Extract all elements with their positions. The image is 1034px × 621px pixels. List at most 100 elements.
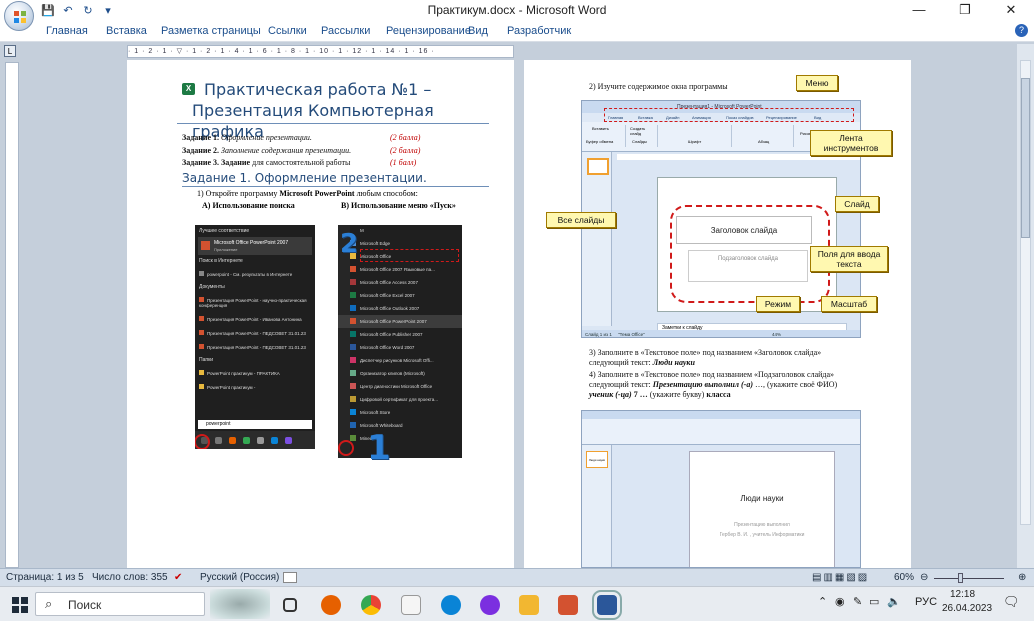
task-text: Оформление презентации. bbox=[221, 133, 312, 142]
start-menu-screenshot: M Microsoft Edge Microsoft Office Micros… bbox=[338, 225, 462, 458]
access-icon bbox=[350, 279, 356, 285]
pen-icon[interactable]: ✎ bbox=[853, 595, 862, 608]
pp-group-label: Буфер обмена bbox=[586, 139, 614, 144]
task-label: Задание 1. bbox=[182, 133, 220, 142]
zoom-out-icon[interactable]: ⊖ bbox=[920, 572, 928, 583]
list-item-text: Диспетчер рисунков Microsoft Offi... bbox=[360, 358, 434, 363]
document-page-1[interactable]: X Практическая работа №1 – Презентация К… bbox=[127, 60, 514, 568]
save-icon[interactable]: 💾 bbox=[40, 4, 56, 17]
language[interactable]: Русский (Россия) bbox=[200, 572, 279, 583]
powerpoint-icon bbox=[201, 241, 210, 250]
powerpoint-taskbar-icon[interactable] bbox=[558, 595, 578, 615]
tray-chevron-icon[interactable]: ⌃ bbox=[818, 595, 827, 608]
proofing-icon[interactable]: ✔ bbox=[174, 572, 182, 583]
zoom-level[interactable]: 60% bbox=[894, 572, 914, 583]
word-count[interactable]: Число слов: 355 bbox=[92, 572, 168, 583]
notifications-icon[interactable]: 🗨 bbox=[1003, 594, 1020, 610]
tab-review[interactable]: Рецензирование bbox=[386, 25, 471, 37]
clock-time[interactable]: 12:18 bbox=[950, 589, 975, 600]
page-count[interactable]: Страница: 1 из 5 bbox=[6, 572, 84, 583]
pp-status-zoom: 44% bbox=[772, 332, 782, 337]
diagnostics-icon bbox=[350, 383, 356, 389]
callout-fields: Поля для ввода текста bbox=[810, 246, 888, 272]
close-button[interactable]: ✕ bbox=[988, 0, 1034, 20]
pp-new-slide-label: Создать слайд bbox=[630, 126, 646, 136]
pp2-slide-panel: Люди науки bbox=[582, 445, 612, 567]
zoom-slider-thumb[interactable] bbox=[958, 573, 963, 583]
list-item-text: Презентация PowerPoint - ПЕДСОВЕТ 31.01.… bbox=[207, 331, 306, 336]
edge-icon[interactable] bbox=[441, 595, 461, 615]
input-language[interactable]: РУС bbox=[915, 596, 937, 608]
redo-icon[interactable]: ↻ bbox=[80, 4, 96, 17]
office-button[interactable] bbox=[4, 1, 34, 31]
search-box: powerpoint bbox=[198, 420, 312, 429]
minimize-button[interactable]: — bbox=[896, 0, 942, 20]
task-label: Задание 3. Задание bbox=[182, 158, 251, 167]
document-icon bbox=[199, 297, 204, 302]
document-page-2[interactable]: 2) Изучите содержимое окна программы Пре… bbox=[524, 60, 911, 568]
customize-qat-icon[interactable]: ▾ bbox=[100, 4, 116, 17]
list-item-text: Центр диагностики Microsoft Office bbox=[360, 384, 433, 389]
firefox-icon[interactable] bbox=[321, 595, 341, 615]
tab-insert[interactable]: Вставка bbox=[106, 25, 147, 37]
document-icon bbox=[199, 316, 204, 321]
vertical-ruler[interactable] bbox=[5, 62, 19, 568]
taskbar-search[interactable]: ⌕ Поиск bbox=[35, 592, 205, 616]
paint-icon[interactable] bbox=[401, 595, 421, 615]
step-value: класса bbox=[706, 390, 731, 399]
status-bar: Страница: 1 из 5 Число слов: 355 ✔ Русск… bbox=[0, 568, 1034, 586]
step-number-2: 2 bbox=[340, 229, 359, 259]
word-taskbar-icon[interactable] bbox=[592, 590, 622, 620]
macro-icon[interactable] bbox=[283, 572, 297, 583]
picture-manager-icon bbox=[350, 357, 356, 363]
tab-references[interactable]: Ссылки bbox=[268, 25, 307, 37]
help-icon[interactable]: ? bbox=[1015, 24, 1028, 37]
windows-start-icon[interactable] bbox=[12, 597, 28, 613]
network-icon[interactable]: ▭ bbox=[869, 595, 879, 608]
folder-icon bbox=[199, 370, 204, 375]
tab-home[interactable]: Главная bbox=[46, 25, 88, 37]
ruler-row: L · 1 · 2 · 1 · ▽ · 1 · 2 · 1 · 4 · 1 · … bbox=[0, 42, 1034, 60]
tray-meet-icon[interactable]: ◉ bbox=[835, 595, 845, 608]
horizontal-ruler[interactable]: · 1 · 2 · 1 · ▽ · 1 · 2 · 1 · 4 · 1 · 6 … bbox=[127, 45, 514, 58]
word-icon bbox=[350, 344, 356, 350]
search-icon: ⌕ bbox=[45, 596, 53, 611]
callout-mode: Режим bbox=[756, 296, 800, 312]
pp-slide-panel bbox=[582, 152, 612, 326]
file-explorer-icon[interactable] bbox=[519, 595, 539, 615]
highlight-box bbox=[360, 249, 459, 262]
scrollbar-thumb[interactable] bbox=[1021, 78, 1030, 238]
tab-page-layout[interactable]: Разметка страницы bbox=[161, 25, 261, 37]
task-text: для самостоятельной работы bbox=[252, 158, 351, 167]
pp-group-label: Шрифт bbox=[688, 139, 702, 144]
zoom-in-icon[interactable]: ⊕ bbox=[1018, 572, 1026, 583]
step-4: 4) Заполните в «Текстовое поле» под назв… bbox=[589, 370, 889, 400]
tab-selector[interactable]: L bbox=[4, 45, 16, 57]
maximize-button[interactable]: ❐ bbox=[942, 0, 988, 20]
excel-icon bbox=[350, 292, 356, 298]
list-item-text: Презентация PowerPoint - научно-практиче… bbox=[199, 298, 307, 308]
tab-mailings[interactable]: Рассылки bbox=[321, 25, 370, 37]
clock-date[interactable]: 26.04.2023 bbox=[942, 603, 992, 614]
search-highlight-image bbox=[210, 589, 270, 619]
view-buttons[interactable]: ▤▥▦▧▨ bbox=[812, 572, 869, 583]
tab-view[interactable]: Вид bbox=[468, 25, 488, 37]
zoom-slider[interactable] bbox=[934, 578, 1004, 579]
best-match-header: Лучшее соответствие bbox=[199, 228, 250, 234]
list-item: Microsoft Office 2007 Языковые па... bbox=[338, 263, 462, 276]
list-item-text: Презентация PowerPoint - ПЕДСОВЕТ 31.01.… bbox=[207, 345, 306, 350]
list-item-text: Microsoft Office Outlook 2007 bbox=[360, 306, 420, 311]
list-item-text: powerpoint - См. результаты в Интернете bbox=[207, 272, 293, 277]
best-match-item: Microsoft Office PowerPoint 2007 Приложе… bbox=[198, 237, 312, 255]
undo-icon[interactable]: ↶ bbox=[60, 4, 76, 17]
volume-icon[interactable]: 🔈 bbox=[887, 595, 901, 608]
chrome-icon[interactable] bbox=[361, 595, 381, 615]
task-view-icon[interactable] bbox=[283, 598, 297, 612]
mail-icon bbox=[257, 436, 264, 444]
media-icon[interactable] bbox=[480, 595, 500, 615]
pp-paste-label: Вставить bbox=[592, 126, 609, 131]
list-item-text: Цифровой сертификат для проекта... bbox=[360, 397, 439, 402]
list-item-text: Презентация PowerPoint - Иванова Антонин… bbox=[207, 317, 302, 322]
list-item-text: Microsoft Store bbox=[360, 410, 391, 415]
tab-developer[interactable]: Разработчик bbox=[507, 25, 571, 37]
